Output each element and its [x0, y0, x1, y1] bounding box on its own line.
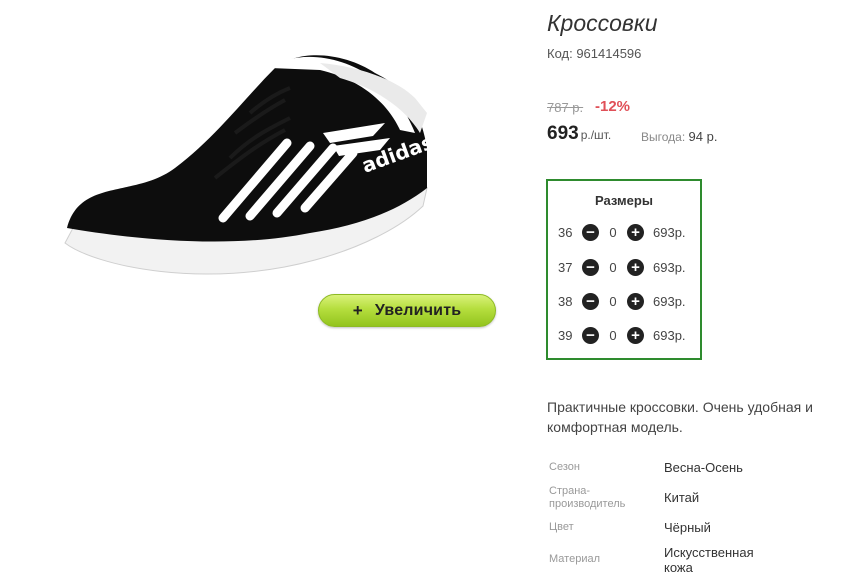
size-price: 693р. — [653, 259, 686, 275]
savings: Выгода: 94 р. — [641, 129, 717, 144]
plus-icon: + — [352, 300, 363, 320]
spec-value: Весна-Осень — [664, 460, 743, 475]
savings-value: 94 р. — [688, 129, 718, 144]
spec-label: Цвет — [549, 521, 574, 533]
spec-label: Страна-производитель — [549, 485, 626, 510]
size-quantity: 0 — [609, 327, 617, 343]
size-label: 39 — [558, 327, 573, 343]
size-row: 36 − 0 + 693р. — [558, 222, 686, 242]
minus-circle-icon[interactable]: − — [582, 258, 599, 276]
spec-label: Материал — [549, 553, 600, 565]
discount-badge: -12% — [595, 98, 631, 115]
savings-label: Выгода: — [641, 130, 686, 144]
size-quantity: 0 — [609, 293, 617, 309]
price-unit: р./шт. — [580, 128, 612, 142]
price-value: 693 — [547, 123, 579, 144]
plus-circle-icon[interactable]: + — [627, 223, 644, 241]
sneaker-image: adidas — [64, 55, 437, 275]
minus-circle-icon[interactable]: − — [582, 223, 599, 241]
size-label: 38 — [558, 293, 573, 309]
plus-circle-icon[interactable]: + — [627, 258, 644, 276]
product-title: Кроссовки — [547, 10, 658, 36]
size-label: 37 — [558, 259, 573, 275]
minus-circle-icon[interactable]: − — [582, 292, 599, 310]
sizes-panel: Размеры 36 − 0 + 693р. 37 − 0 + 693р. 38… — [546, 179, 702, 360]
price: 693 р./шт. — [547, 123, 611, 145]
size-price: 693р. — [653, 293, 686, 309]
plus-circle-icon[interactable]: + — [627, 326, 644, 344]
size-quantity: 0 — [609, 224, 617, 240]
minus-circle-icon[interactable]: − — [582, 326, 599, 344]
zoom-button-label: Увеличить — [374, 301, 462, 319]
spec-label: Сезон — [549, 461, 580, 473]
spec-value: Китай — [664, 490, 700, 505]
old-price: 787 р. — [547, 100, 584, 115]
spec-value: Искусственная кожа — [664, 545, 754, 575]
size-price: 693р. — [653, 224, 686, 240]
product-code: Код: 961414596 — [547, 46, 642, 61]
product-image[interactable]: adidas — [55, 38, 450, 308]
size-row: 37 − 0 + 693р. — [558, 257, 686, 277]
size-quantity: 0 — [609, 259, 617, 275]
product-description: Практичные кроссовки. Очень удобная и ко… — [547, 399, 813, 435]
spec-value: Чёрный — [664, 520, 711, 535]
size-row: 38 − 0 + 693р. — [558, 291, 686, 311]
plus-circle-icon[interactable]: + — [627, 292, 644, 310]
zoom-button[interactable]: + Увеличить — [318, 294, 496, 327]
size-price: 693р. — [653, 327, 686, 343]
size-row: 39 − 0 + 693р. — [558, 325, 686, 345]
size-label: 36 — [558, 224, 573, 240]
sizes-title: Размеры — [595, 193, 653, 208]
